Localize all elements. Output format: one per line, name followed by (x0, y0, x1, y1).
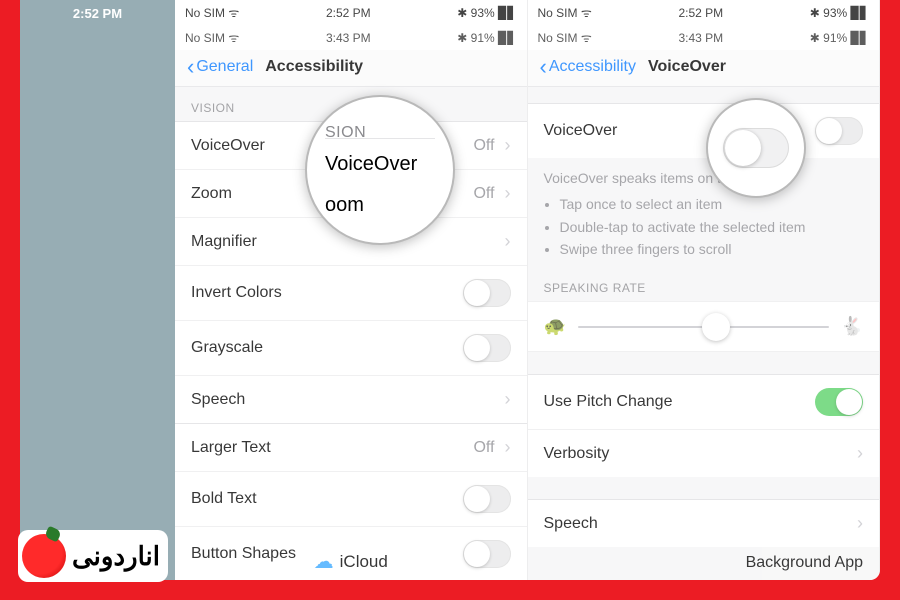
chevron-right-icon: › (505, 231, 511, 252)
toggle-button-shapes[interactable] (463, 540, 511, 568)
battery-label: ✱ 91% ▉▋ (810, 31, 869, 45)
row-speech[interactable]: Speech › (175, 375, 527, 423)
chevron-right-icon: › (505, 437, 511, 458)
clock: 3:43 PM (678, 31, 723, 45)
clock: 2:52 PM (326, 6, 371, 20)
row-label: Invert Colors (191, 284, 282, 302)
battery-label: ✱ 93% ▉▋ (457, 6, 516, 20)
back-button[interactable]: ‹ General (187, 58, 253, 76)
voiceover-description: VoiceOver speaks items on the screen: Ta… (528, 158, 880, 267)
row-label: Speech (191, 391, 245, 409)
row-voiceover-master[interactable]: VoiceOver (528, 103, 880, 158)
nav-bar: ‹ General Accessibility (175, 50, 527, 87)
row-value: Off (473, 185, 494, 203)
row-label: Bold Text (191, 490, 257, 508)
row-bold-text[interactable]: Bold Text (175, 471, 527, 526)
desc-item: Tap once to select an item (560, 194, 864, 214)
turtle-icon: 🐢 (544, 316, 566, 337)
chevron-right-icon: › (505, 135, 511, 156)
bg-status-time: 2:52 PM (73, 6, 122, 21)
callout-main-label: VoiceOver (325, 138, 435, 190)
outer-status-bar: No SIM ᯤ 2:52 PM ✱ 93% ▉▋ (175, 0, 527, 25)
row-verbosity[interactable]: Verbosity › (528, 429, 880, 477)
nav-title: VoiceOver (648, 58, 726, 76)
callout-toggle (723, 128, 789, 168)
back-button[interactable]: ‹ Accessibility (540, 58, 636, 76)
speaking-rate-slider[interactable]: 🐢 🐇 (528, 301, 880, 352)
row-grayscale[interactable]: Grayscale (175, 320, 527, 375)
row-label: Verbosity (544, 445, 610, 463)
carrier-label: No SIM ᯤ (538, 29, 592, 46)
cloud-icon: ☁︎ (314, 549, 334, 574)
desc-heading: VoiceOver speaks items on the screen: (544, 168, 864, 188)
chevron-right-icon: › (505, 183, 511, 204)
brand-logo: اناردونی (18, 530, 168, 582)
row-label: Zoom (191, 185, 232, 203)
chevron-right-icon: › (505, 389, 511, 410)
slider-thumb[interactable] (702, 313, 730, 341)
section-speaking-rate: SPEAKING RATE (528, 267, 880, 301)
rabbit-icon: 🐇 (841, 316, 863, 337)
battery-label: ✱ 91% ▉▋ (457, 31, 516, 45)
footer-icloud: iCloud (340, 552, 388, 572)
row-label: VoiceOver (544, 122, 618, 140)
back-label: Accessibility (549, 58, 636, 76)
row-label: Use Pitch Change (544, 393, 673, 411)
nav-title: Accessibility (265, 58, 363, 76)
row-speech-detail[interactable]: Speech › (528, 499, 880, 547)
carrier-label: No SIM ᯤ (185, 4, 239, 21)
slider-track[interactable] (578, 326, 829, 328)
pomegranate-icon (22, 534, 66, 578)
chevron-right-icon: › (857, 513, 863, 534)
brand-text: اناردونی (72, 541, 160, 572)
clock: 2:52 PM (678, 6, 723, 20)
row-invert-colors[interactable]: Invert Colors (175, 265, 527, 320)
row-label: Larger Text (191, 439, 271, 457)
row-value: Off (473, 439, 494, 457)
toggle-invert-colors[interactable] (463, 279, 511, 307)
inner-status-bar: No SIM ᯤ 3:43 PM ✱ 91% ▉▋ (528, 25, 880, 50)
inner-status-bar: No SIM ᯤ 3:43 PM ✱ 91% ▉▋ (175, 25, 527, 50)
toggle-use-pitch-change[interactable] (815, 388, 863, 416)
toggle-voiceover[interactable] (815, 117, 863, 145)
row-use-pitch-change[interactable]: Use Pitch Change (528, 374, 880, 429)
desc-item: Swipe three fingers to scroll (560, 239, 864, 259)
callout-fragment-bottom: oom (325, 186, 435, 217)
callout-circle-voiceover-row: SION VoiceOver oom (305, 95, 455, 245)
callout-circle-toggle (706, 98, 806, 198)
carrier-label: No SIM ᯤ (185, 29, 239, 46)
clock: 3:43 PM (326, 31, 371, 45)
muted-background-strip: 2:52 PM Mail Safari Music (20, 0, 175, 580)
row-larger-text[interactable]: Larger Text Off › (175, 423, 527, 471)
nav-bar: ‹ Accessibility VoiceOver (528, 50, 880, 87)
row-label: Button Shapes (191, 545, 296, 563)
chevron-right-icon: › (857, 443, 863, 464)
toggle-grayscale[interactable] (463, 334, 511, 362)
battery-label: ✱ 93% ▉▋ (810, 6, 869, 20)
toggle-bold-text[interactable] (463, 485, 511, 513)
screenshot-voiceover: No SIM ᯤ 2:52 PM ✱ 93% ▉▋ No SIM ᯤ 3:43 … (528, 0, 881, 580)
row-label: Magnifier (191, 233, 257, 251)
row-value: Off (473, 137, 494, 155)
row-label: Grayscale (191, 339, 263, 357)
row-label: VoiceOver (191, 137, 265, 155)
screenshot-accessibility: No SIM ᯤ 2:52 PM ✱ 93% ▉▋ No SIM ᯤ 3:43 … (175, 0, 528, 580)
footer-background-app: Background App (746, 554, 863, 572)
desc-item: Double-tap to activate the selected item (560, 217, 864, 237)
callout-fragment-top: SION (325, 124, 435, 142)
back-label: General (196, 58, 253, 76)
outer-status-bar: No SIM ᯤ 2:52 PM ✱ 93% ▉▋ (528, 0, 880, 25)
row-label: Speech (544, 515, 598, 533)
carrier-label: No SIM ᯤ (538, 4, 592, 21)
